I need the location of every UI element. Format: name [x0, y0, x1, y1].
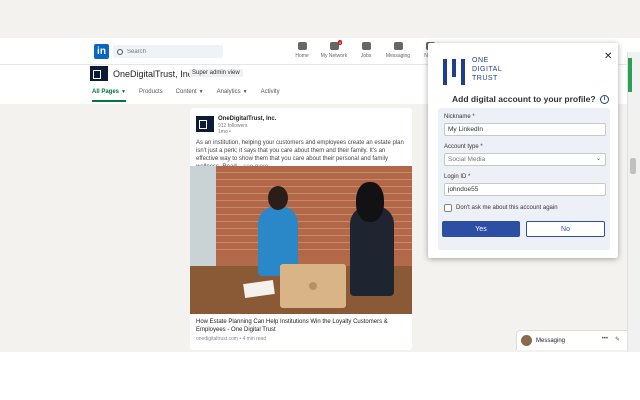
- chevron-down-icon: ▼: [121, 89, 126, 95]
- select-chevron-icon: ⌄: [595, 156, 601, 162]
- tab-analytics[interactable]: Analytics ▼: [217, 89, 248, 102]
- post-card: OneDigitalTrust, Inc. 912 followers 1mo …: [190, 108, 412, 350]
- messaging-bar[interactable]: Messaging ••• ✎ ︿: [516, 330, 640, 350]
- post-image[interactable]: [190, 166, 412, 314]
- link-title[interactable]: How Estate Planning Can Help Institution…: [196, 318, 410, 334]
- briefcase-icon: [361, 42, 371, 50]
- search-icon: [117, 48, 123, 55]
- account-type-value: Social Media: [448, 156, 486, 163]
- chat-icon: [393, 42, 403, 50]
- login-id-field[interactable]: [444, 183, 606, 196]
- admin-view-badge[interactable]: Super admin view: [189, 69, 243, 77]
- person-right: [350, 182, 394, 296]
- chevron-down-icon: ▼: [242, 89, 248, 95]
- tab-label: Products: [138, 89, 163, 95]
- onedigitaltrust-logo: [443, 59, 467, 85]
- search-input[interactable]: [127, 48, 217, 55]
- nav-home[interactable]: Home: [286, 42, 318, 59]
- tab-all-pages[interactable]: All Pages ▼: [92, 89, 126, 102]
- nav-jobs[interactable]: Jobs: [350, 42, 382, 59]
- account-type-label: Account type *: [444, 144, 483, 150]
- chevron-down-icon: ▼: [198, 89, 204, 95]
- popup-question: Add digital account to your profile? i: [452, 94, 609, 105]
- compose-icon[interactable]: ✎: [615, 336, 620, 345]
- messaging-label: Messaging: [536, 337, 566, 344]
- account-type-select[interactable]: Social Media ⌄: [444, 153, 606, 166]
- org-logo: [90, 66, 108, 81]
- org-tabs: All Pages ▼ Products Content ▼ Analytics ▼ …: [92, 89, 280, 102]
- tab-label: All Pages: [92, 89, 120, 95]
- link-meta: onedigitaltrust.com • 4 min read: [196, 336, 267, 342]
- brand-line: TRUST: [472, 75, 498, 82]
- post-author-name[interactable]: OneDigitalTrust, Inc.: [218, 116, 276, 122]
- linkedin-logo-icon[interactable]: in: [94, 44, 109, 59]
- nav-my-network[interactable]: 4 My Network: [318, 40, 350, 59]
- dont-ask-checkbox[interactable]: [444, 204, 452, 212]
- nav-home-label: Home: [295, 53, 309, 59]
- scrollbar[interactable]: [627, 52, 640, 352]
- notification-badge: 4: [337, 40, 342, 45]
- search-box[interactable]: [113, 45, 223, 58]
- logo-bar: [461, 59, 465, 85]
- account-form: Nickname * Account type * Social Media ⌄…: [438, 108, 610, 250]
- extension-indicator: [628, 58, 632, 92]
- tab-content[interactable]: Content ▼: [176, 89, 204, 102]
- nickname-label: Nickname *: [444, 114, 475, 120]
- tab-label: Analytics: [216, 89, 241, 95]
- brand-line: ONE: [472, 57, 489, 64]
- nav-jobs-label: Jobs: [360, 53, 372, 59]
- dont-ask-label: Don't ask me about this account again: [456, 205, 558, 211]
- tab-products[interactable]: Products: [139, 89, 163, 102]
- org-name[interactable]: OneDigitalTrust, Inc.: [113, 69, 195, 79]
- scrollbar-thumb[interactable]: [630, 158, 636, 174]
- post-author-logo[interactable]: [196, 116, 214, 132]
- no-button[interactable]: No: [526, 221, 605, 237]
- yes-button[interactable]: Yes: [442, 221, 520, 237]
- login-id-label: Login ID *: [444, 174, 471, 180]
- tab-label: Activity: [260, 89, 280, 95]
- brand-name: ONE DIGITAL TRUST: [472, 56, 502, 83]
- nav-items: Home 4 My Network Jobs Messaging Notifi: [286, 40, 446, 59]
- close-icon[interactable]: ✕: [604, 51, 612, 62]
- info-icon[interactable]: i: [599, 95, 609, 105]
- laptop: [280, 264, 346, 308]
- messaging-avatar: [521, 335, 532, 346]
- tab-label: Content: [175, 89, 197, 95]
- extension-popup: ONE DIGITAL TRUST ✕ Add digital account …: [428, 43, 618, 258]
- tab-activity[interactable]: Activity: [261, 89, 280, 102]
- more-icon[interactable]: •••: [602, 336, 608, 345]
- logo-bar: [452, 59, 456, 77]
- home-icon: [297, 42, 307, 50]
- popup-question-text: Add digital account to your profile?: [452, 94, 596, 104]
- nav-messaging-label: Messaging: [385, 53, 411, 59]
- post-time: 1mo •: [218, 129, 231, 135]
- brand-line: DIGITAL: [472, 66, 503, 73]
- nickname-field[interactable]: [444, 123, 606, 136]
- nav-messaging[interactable]: Messaging: [382, 42, 414, 59]
- nav-my-network-label: My Network: [320, 53, 348, 59]
- logo-bar: [443, 59, 447, 85]
